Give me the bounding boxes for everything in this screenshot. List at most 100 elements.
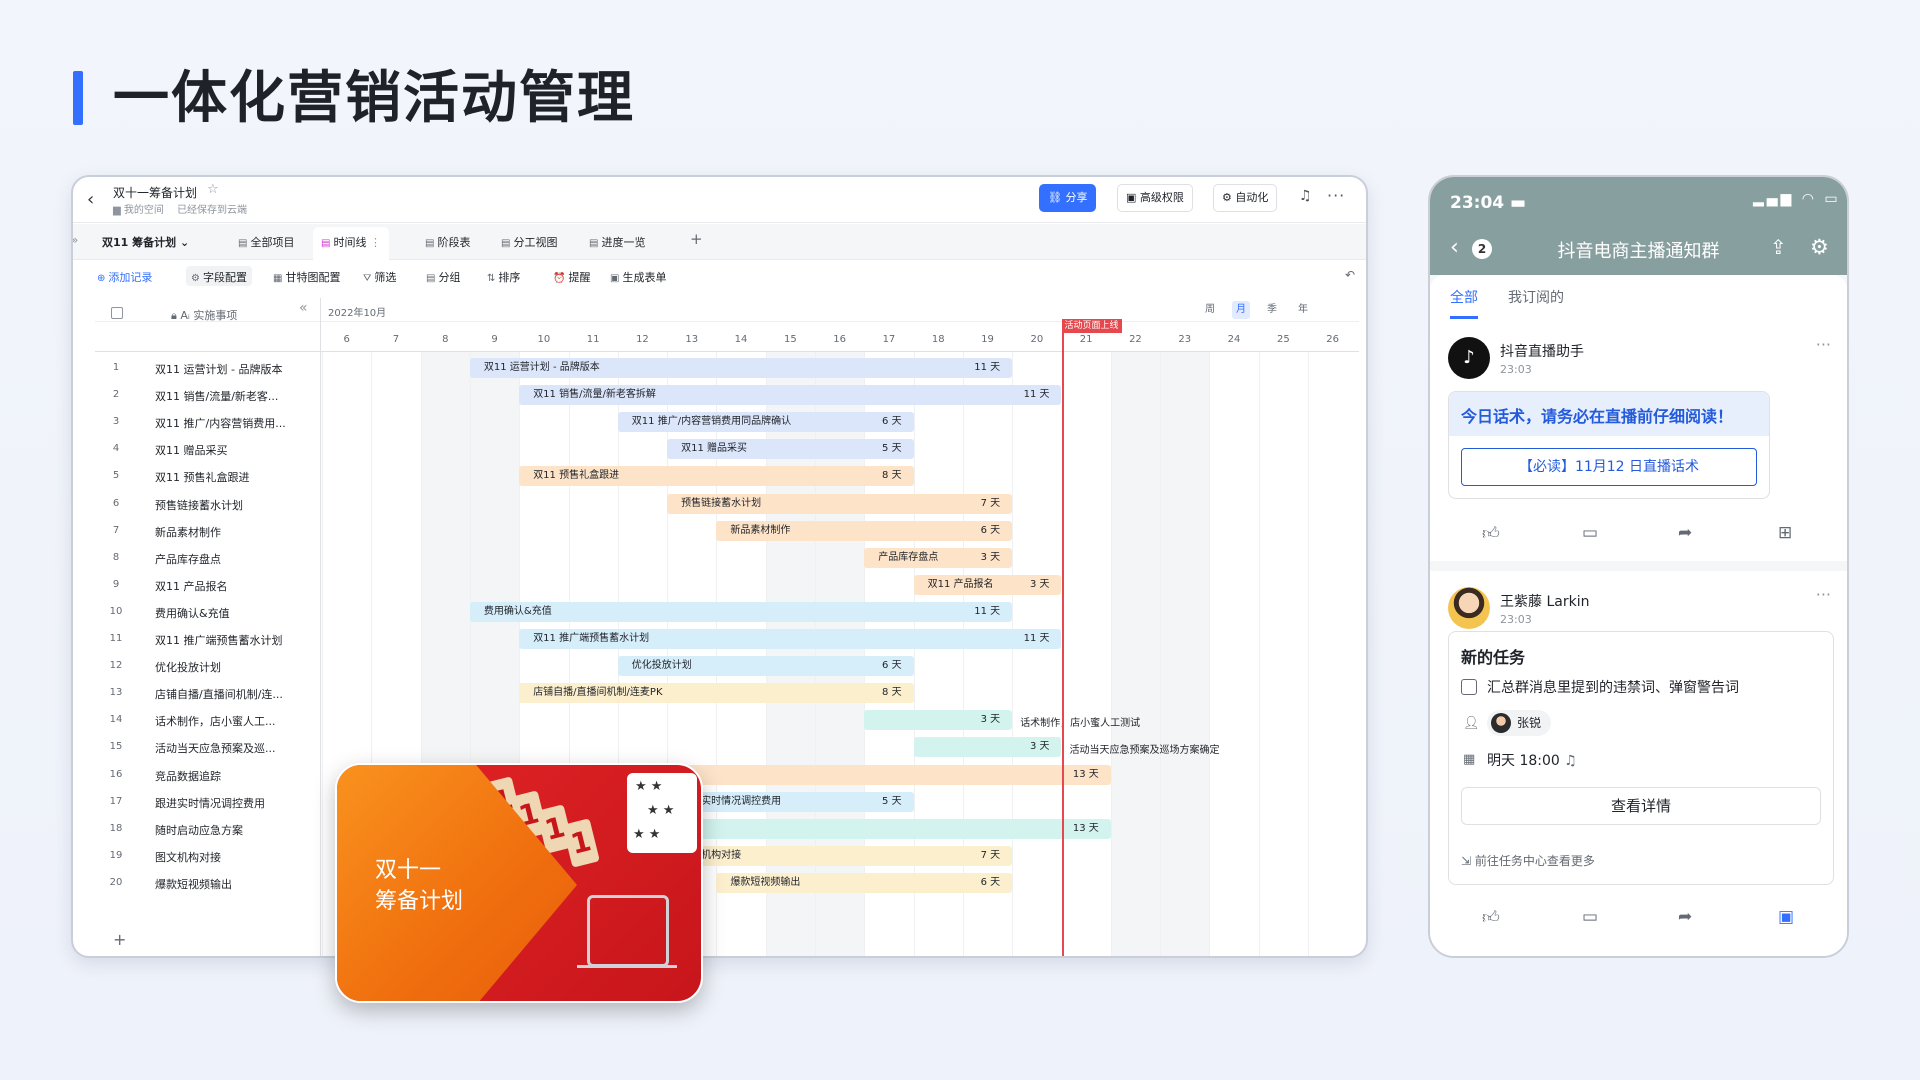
permission-button[interactable]: ▣ 高级权限	[1117, 184, 1193, 212]
back-icon[interactable]: ‹	[87, 189, 94, 210]
table-row[interactable]: 6 预售链接蓄水计划	[95, 493, 320, 515]
comment-icon[interactable]: ▭	[1582, 907, 1598, 927]
star-icon[interactable]: ☆	[207, 182, 219, 197]
tab-menu-icon[interactable]: ⋮	[370, 236, 381, 249]
undo-icon[interactable]: ↶	[1345, 268, 1355, 282]
gantt-bar[interactable]: 3 天	[913, 737, 1062, 758]
title-accent-bar	[73, 71, 83, 125]
day-column	[1061, 352, 1111, 956]
table-row[interactable]: 5 双11 预售礼盒跟进	[95, 465, 320, 487]
form-button[interactable]: ▣ 生成表单	[610, 269, 666, 285]
table-row[interactable]: 11 双11 推广端预售蓄水计划	[95, 628, 320, 650]
table-row[interactable]: 7 新品素材制作	[95, 520, 320, 542]
sort-button[interactable]: ⇅ 排序	[487, 269, 520, 285]
tab-stage[interactable]: ▤ 阶段表	[425, 234, 470, 250]
tab-division[interactable]: ▤ 分工视图	[501, 234, 557, 250]
table-row[interactable]: 12 优化投放计划	[95, 655, 320, 677]
assignee-chip[interactable]: 张锐	[1487, 710, 1552, 736]
table-row[interactable]: 3 双11 推广/内容营销费用...	[95, 411, 320, 433]
add-row-icon[interactable]: +	[113, 930, 126, 949]
gantt-bar[interactable]: 跟进实时情况调控费用 5 天	[667, 791, 914, 812]
more-icon[interactable]: ···	[1816, 585, 1831, 604]
remind-button[interactable]: ⏰ 提醒	[553, 269, 590, 285]
more-icon[interactable]: ···	[1327, 186, 1345, 205]
add-view-icon[interactable]: +	[690, 230, 703, 248]
task-checkbox[interactable]	[1461, 679, 1477, 695]
tab-subscribed[interactable]: 我订阅的	[1508, 287, 1564, 307]
gantt-bar[interactable]: 优化投放计划 6 天	[617, 656, 914, 677]
bar-duration: 6 天	[980, 524, 1001, 536]
collapse-left-icon[interactable]: «	[299, 300, 308, 316]
comment-icon[interactable]: ▭	[1582, 523, 1598, 543]
table-row[interactable]: 15 活动当天应急预案及巡...	[95, 736, 320, 758]
due-text: 明天 18:00	[1487, 753, 1560, 769]
thumbs-up-icon[interactable]: 👍︎	[1482, 907, 1500, 928]
share-button[interactable]: ⛓ 分享	[1039, 184, 1097, 212]
gantt-bar[interactable]: 双11 产品报名 3 天	[913, 574, 1062, 595]
gantt-bar[interactable]: 爆款短视频输出 6 天	[716, 872, 1013, 893]
grid-header-top	[95, 298, 1359, 322]
space-link[interactable]: 我的空间	[124, 205, 164, 216]
automation-button[interactable]: ⚙ 自动化	[1213, 184, 1278, 212]
filter-button[interactable]: ⛛ 筛选	[363, 269, 396, 285]
gantt-bar[interactable]: 新品素材制作 6 天	[716, 520, 1013, 541]
table-row[interactable]: 14 话术制作，店小蜜人工...	[95, 709, 320, 731]
gantt-bar[interactable]: 双11 预售礼盒跟进 8 天	[519, 466, 914, 487]
read-script-button[interactable]: 【必读】11月12 日直播话术	[1461, 448, 1757, 486]
table-row[interactable]: 19 图文机构对接	[95, 845, 320, 867]
bookmark-icon[interactable]: ⊞	[1778, 523, 1792, 543]
forward-icon[interactable]: ➦	[1678, 907, 1692, 927]
gantt-config-button[interactable]: ▦ 甘特图配置	[273, 269, 340, 285]
table-row[interactable]: 1 双11 运营计划 - 品牌版本	[95, 357, 320, 379]
field-config-button[interactable]: ⚙ 字段配置	[186, 266, 252, 286]
tab-all[interactable]: ▤ 全部项目	[238, 234, 294, 250]
table-row[interactable]: 16 竞品数据追踪	[95, 764, 320, 786]
bookmark-filled-icon[interactable]: ▣	[1778, 907, 1794, 927]
table-row[interactable]: 13 店铺自播/直播间机制/连...	[95, 682, 320, 704]
tab-timeline[interactable]: ▤ 时间线 ⋮	[313, 227, 389, 260]
gantt-bar[interactable]: 3 天	[864, 710, 1013, 731]
zoom-0[interactable]: 周	[1201, 301, 1219, 319]
form-label: 生成表单	[622, 271, 667, 284]
gantt-bar[interactable]: 产品库存盘点 3 天	[864, 547, 1013, 568]
group-button[interactable]: ▤ 分组	[426, 269, 460, 285]
table-row[interactable]: 4 双11 赠品采买	[95, 438, 320, 460]
gantt-bar[interactable]: 双11 运营计划 - 品牌版本 11 天	[469, 358, 1013, 378]
tab-progress[interactable]: ▤ 进度一览	[589, 234, 645, 250]
add-record-button[interactable]: ⊕ 添加记录	[97, 269, 152, 285]
zoom-2[interactable]: 季	[1263, 301, 1281, 319]
table-row[interactable]: 8 产品库存盘点	[95, 547, 320, 569]
expand-sidebar-icon[interactable]: »	[73, 233, 78, 247]
gear-icon[interactable]: ⚙	[1810, 235, 1829, 259]
tab-plan[interactable]: 双11 筹备计划 ⌄	[102, 234, 189, 250]
table-row[interactable]: 17 跟进实时情况调控费用	[95, 791, 320, 813]
table-row[interactable]: 20 爆款短视频输出	[95, 872, 320, 894]
zoom-1[interactable]: 月	[1232, 301, 1250, 319]
table-row[interactable]: 10 费用确认&充值	[95, 601, 320, 623]
gantt-bar[interactable]: 预售链接蓄水计划 7 天	[667, 493, 1013, 514]
gantt-bar[interactable]: 双11 赠品采买 5 天	[667, 439, 914, 460]
forward-icon[interactable]: ➦	[1678, 523, 1692, 543]
cart-handle	[577, 965, 677, 968]
thumbs-up-icon[interactable]: 👍︎	[1482, 523, 1500, 544]
bell-icon[interactable]: ♫	[1299, 188, 1312, 204]
table-row[interactable]: 18 随时启动应急方案	[95, 818, 320, 840]
select-all-checkbox[interactable]	[111, 307, 123, 319]
tab-all[interactable]: 全部	[1450, 287, 1478, 319]
zoom-3[interactable]: 年	[1294, 301, 1312, 319]
table-row[interactable]: 2 双11 销售/流量/新老客...	[95, 384, 320, 406]
gantt-bar[interactable]: 费用确认&充值 11 天	[469, 601, 1013, 622]
gantt-bar[interactable]: 双11 销售/流量/新老客拆解 11 天	[519, 385, 1062, 406]
day-number: 20	[1030, 334, 1044, 345]
more-icon[interactable]: ···	[1816, 335, 1831, 354]
task-center-link[interactable]: ⇲ 前往任务中心查看更多	[1461, 852, 1595, 869]
gantt-bar[interactable]: 图文机构对接 7 天	[667, 845, 1013, 866]
gantt-bar[interactable]: 双11 推广端预售蓄水计划 11 天	[519, 629, 1062, 649]
share-icon[interactable]: ⇪	[1770, 235, 1787, 259]
task-name: 预售链接蓄水计划	[155, 498, 243, 512]
table-row[interactable]: 9 双11 产品报名	[95, 574, 320, 596]
robot-icon: ⚙	[1222, 191, 1236, 204]
gantt-bar[interactable]: 店铺自播/直播间机制/连麦PK 8 天	[519, 683, 914, 704]
view-detail-button[interactable]: 查看详情	[1461, 787, 1821, 825]
gantt-bar[interactable]: 双11 推广/内容营销费用同品牌确认 6 天	[617, 412, 914, 433]
